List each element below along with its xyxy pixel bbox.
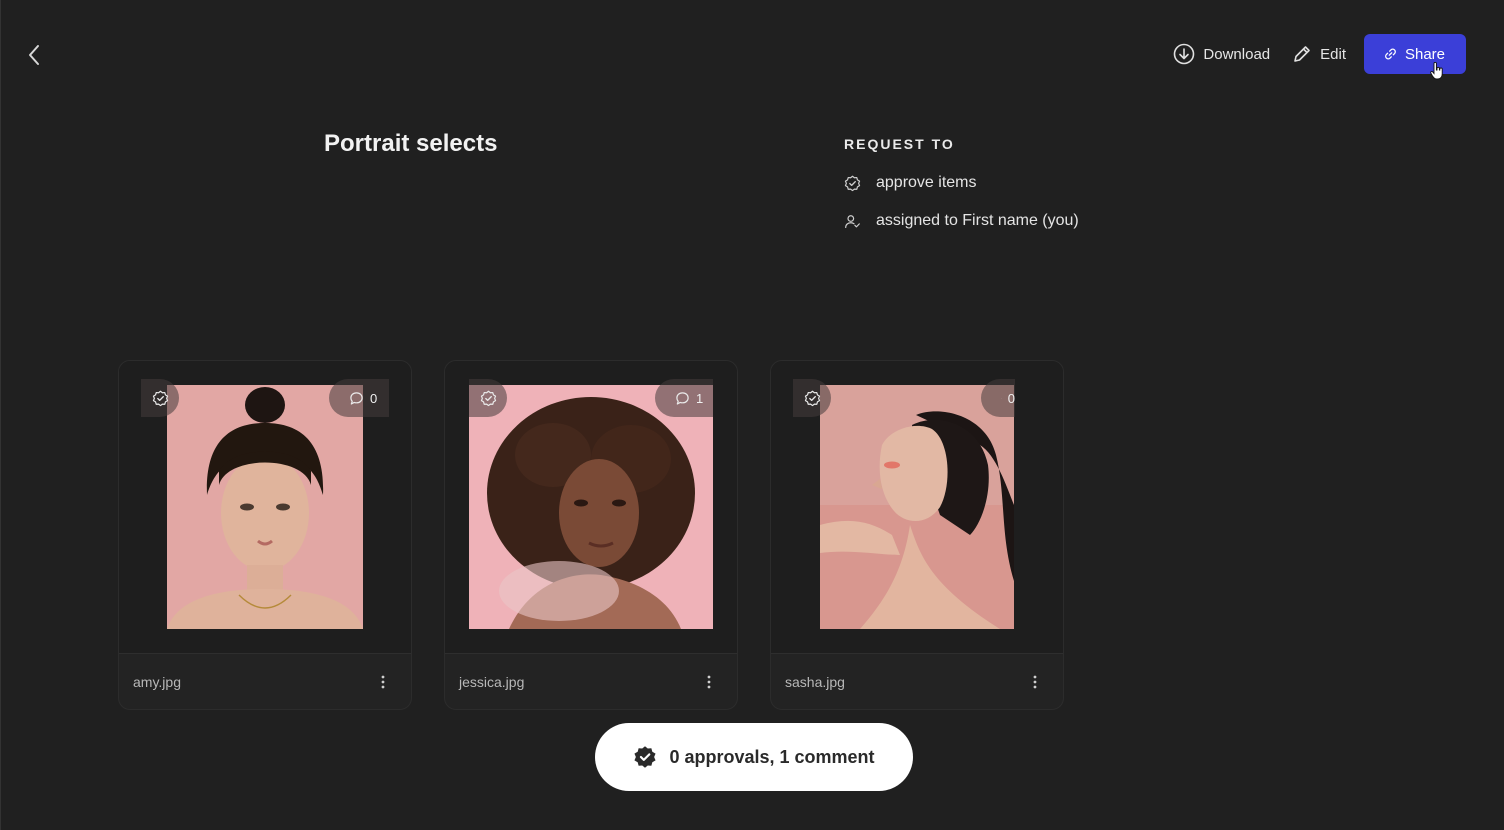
app-window: Download Edit Share Portrait selects REQ…	[0, 0, 1504, 830]
kebab-menu-icon	[1033, 675, 1037, 688]
approve-badge-icon	[480, 390, 496, 406]
file-name: jessica.jpg	[459, 673, 525, 690]
request-item-label: assigned to First name (you)	[876, 212, 1079, 229]
comment-count-button[interactable]: 0	[981, 379, 1015, 417]
approve-badge-icon	[844, 175, 861, 191]
file-name: amy.jpg	[133, 673, 181, 690]
comment-count: 1	[696, 390, 704, 406]
file-name: sasha.jpg	[785, 673, 845, 690]
edit-label: Edit	[1320, 45, 1346, 63]
comment-count-button[interactable]: 1	[655, 379, 713, 417]
card-media: 1	[445, 361, 737, 654]
item-card[interactable]: 0 sasha.jpg	[770, 360, 1064, 710]
toolbar: Download Edit Share	[1173, 34, 1466, 74]
request-item-assigned: assigned to First name (you)	[844, 212, 1079, 230]
card-footer: jessica.jpg	[445, 653, 737, 709]
request-item-label: approve items	[876, 174, 977, 191]
portrait-image-sasha[interactable]	[820, 385, 1014, 629]
approve-toggle[interactable]	[793, 379, 831, 417]
item-card[interactable]: 1 jessica.jpg	[444, 360, 738, 710]
back-button[interactable]	[19, 38, 49, 72]
download-button[interactable]: Download	[1173, 34, 1270, 74]
verified-badge-icon	[634, 746, 657, 768]
pencil-icon	[1294, 46, 1310, 62]
assigned-user-icon	[845, 214, 860, 228]
approve-badge-icon	[804, 390, 820, 406]
request-panel: REQUEST TO approve items assigned to Fir…	[844, 136, 1079, 230]
card-footer: sasha.jpg	[771, 653, 1063, 709]
review-summary-button[interactable]: 0 approvals, 1 comment	[595, 723, 913, 791]
kebab-menu-icon	[707, 675, 711, 688]
download-label: Download	[1203, 45, 1271, 63]
more-options-button[interactable]	[375, 672, 391, 692]
download-icon	[1174, 43, 1195, 65]
more-options-button[interactable]	[701, 672, 717, 692]
comment-icon	[1001, 397, 1002, 399]
edit-button[interactable]: Edit	[1292, 34, 1346, 74]
comment-count: 0	[370, 390, 378, 406]
chevron-left-icon	[29, 45, 39, 65]
comment-count: 0	[1007, 390, 1015, 406]
request-item-approve: approve items	[844, 174, 1079, 192]
share-label: Share	[1404, 45, 1445, 63]
page-title: Portrait selects	[324, 130, 498, 157]
comment-icon	[350, 391, 363, 405]
portrait-image-jessica[interactable]	[469, 385, 713, 629]
item-card[interactable]: 0 amy.jpg	[118, 360, 412, 710]
comment-count-button[interactable]: 0	[329, 379, 389, 417]
approve-toggle[interactable]	[141, 379, 179, 417]
comment-icon	[676, 391, 689, 405]
card-media: 0	[771, 361, 1063, 654]
card-footer: amy.jpg	[119, 653, 411, 709]
review-summary-label: 0 approvals, 1 comment	[669, 746, 875, 767]
item-grid: 0 amy.jpg 1 jessica.jpg 0 sasha.jpg	[118, 360, 1064, 710]
request-heading: REQUEST TO	[844, 136, 955, 152]
link-icon	[1385, 48, 1396, 60]
more-options-button[interactable]	[1027, 672, 1043, 692]
approve-badge-icon	[152, 390, 168, 406]
hand-cursor-icon	[1430, 62, 1443, 80]
portrait-image-amy[interactable]	[167, 385, 363, 629]
share-button[interactable]: Share	[1364, 34, 1466, 74]
card-media: 0	[119, 361, 411, 654]
approve-toggle[interactable]	[469, 379, 507, 417]
kebab-menu-icon	[381, 675, 385, 688]
